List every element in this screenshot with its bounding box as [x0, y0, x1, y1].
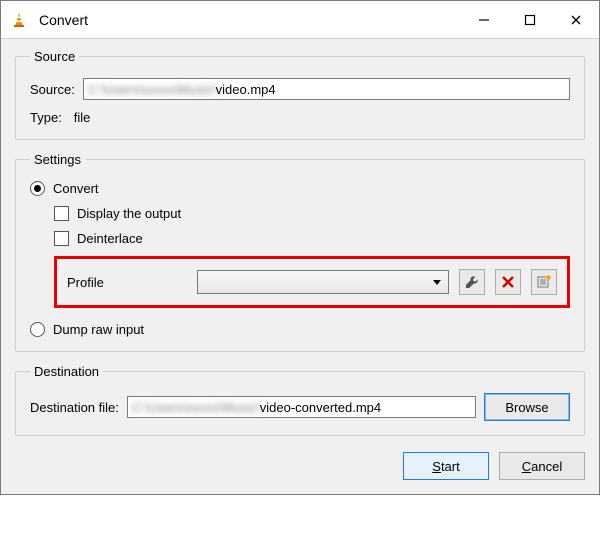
dialog-footer: Start Cancel — [15, 448, 585, 480]
profile-combobox[interactable] — [197, 270, 449, 294]
browse-button-label: Browse — [505, 400, 548, 415]
source-label: Source: — [30, 82, 75, 97]
destination-input[interactable]: C:\Users\xxxxx\Music\ video-converted.mp… — [127, 396, 476, 418]
cancel-button[interactable]: Cancel — [499, 452, 585, 480]
new-list-icon — [536, 274, 552, 290]
source-group: Source Source: C:\Users\xxxxx\Music\ vid… — [15, 49, 585, 140]
source-path-visible: video.mp4 — [216, 82, 276, 97]
dump-raw-radio-row[interactable]: Dump raw input — [30, 322, 570, 337]
display-output-label: Display the output — [77, 206, 181, 221]
deinterlace-checkbox[interactable] — [54, 231, 69, 246]
start-button-label: Start — [432, 459, 459, 474]
destination-legend: Destination — [30, 364, 103, 379]
delete-profile-button[interactable] — [495, 269, 521, 295]
profile-label: Profile — [67, 275, 187, 290]
convert-radio-label: Convert — [53, 181, 99, 196]
new-profile-button[interactable] — [531, 269, 557, 295]
convert-dialog: Convert Source Source: C:\Users\xxxxx\Mu… — [0, 0, 600, 495]
titlebar: Convert — [1, 1, 599, 39]
dump-raw-radio[interactable] — [30, 322, 45, 337]
settings-group: Settings Convert Display the output Dein… — [15, 152, 585, 352]
type-label: Type: — [30, 110, 62, 125]
window-minimize-button[interactable] — [461, 1, 507, 39]
wrench-icon — [464, 274, 480, 290]
x-icon — [501, 275, 515, 289]
destination-label: Destination file: — [30, 400, 119, 415]
deinterlace-label: Deinterlace — [77, 231, 143, 246]
vlc-cone-icon — [1, 11, 37, 29]
cancel-button-label: Cancel — [522, 459, 562, 474]
window-maximize-button[interactable] — [507, 1, 553, 39]
chevron-down-icon — [432, 277, 442, 287]
profile-row-highlight: Profile — [54, 256, 570, 308]
browse-button[interactable]: Browse — [484, 393, 570, 421]
dump-raw-label: Dump raw input — [53, 322, 144, 337]
destination-path-prefix: C:\Users\xxxxx\Music\ — [132, 400, 260, 415]
window-title: Convert — [37, 12, 461, 28]
source-input[interactable]: C:\Users\xxxxx\Music\ video.mp4 — [83, 78, 570, 100]
deinterlace-checkbox-row[interactable]: Deinterlace — [54, 231, 570, 246]
settings-legend: Settings — [30, 152, 85, 167]
window-close-button[interactable] — [553, 1, 599, 39]
type-value: file — [74, 110, 91, 125]
convert-radio-row[interactable]: Convert — [30, 181, 570, 196]
edit-profile-button[interactable] — [459, 269, 485, 295]
convert-radio[interactable] — [30, 181, 45, 196]
display-output-checkbox[interactable] — [54, 206, 69, 221]
source-path-prefix: C:\Users\xxxxx\Music\ — [88, 82, 216, 97]
dialog-body: Source Source: C:\Users\xxxxx\Music\ vid… — [1, 39, 599, 494]
source-legend: Source — [30, 49, 79, 64]
destination-group: Destination Destination file: C:\Users\x… — [15, 364, 585, 436]
destination-path-visible: video-converted.mp4 — [260, 400, 381, 415]
start-button[interactable]: Start — [403, 452, 489, 480]
display-output-checkbox-row[interactable]: Display the output — [54, 206, 570, 221]
